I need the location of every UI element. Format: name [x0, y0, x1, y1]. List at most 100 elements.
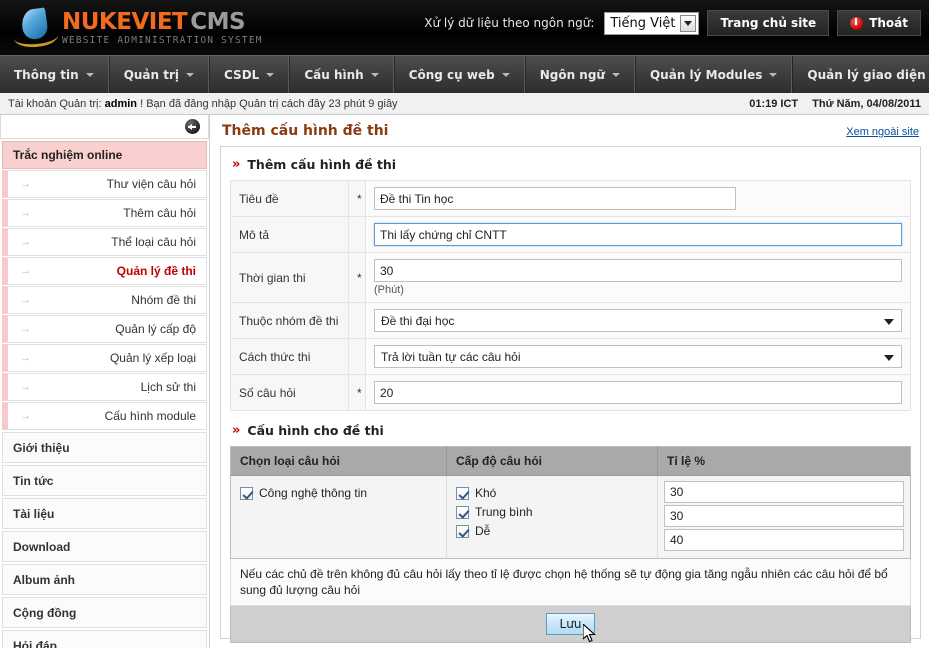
nav-label: Công cụ web: [409, 68, 495, 82]
view-site-link[interactable]: Xem ngoài site: [846, 126, 919, 138]
level-label: Khó: [475, 485, 496, 502]
sidebar-item-the-loai-cau-hoi[interactable]: → Thể loại câu hỏi: [2, 228, 207, 256]
sidebar-item-label: Download: [13, 540, 70, 554]
nav-item-quan-ly-giao-dien[interactable]: Quản lý giao diện: [792, 56, 929, 93]
sidebar-item-thu-vien-cau-hoi[interactable]: → Thư viện câu hỏi: [2, 170, 207, 198]
question-config-table: Chọn loại câu hỏi Cấp độ câu hỏi Tỉ lệ %…: [230, 446, 911, 559]
home-site-label: Trang chủ site: [720, 16, 816, 30]
main-navigation: Thông tin Quản trị CSDL Cấu hình Công cụ…: [0, 55, 929, 93]
sidebar-item-them-cau-hoi[interactable]: → Thêm câu hỏi: [2, 199, 207, 227]
level-label: Trung bình: [475, 504, 533, 521]
nav-item-ngon-ngu[interactable]: Ngôn ngữ: [525, 56, 635, 93]
percent-input-kho[interactable]: [664, 481, 904, 503]
level-checkbox-row-trung-binh[interactable]: Trung bình: [456, 503, 648, 522]
level-checkbox[interactable]: [456, 506, 469, 519]
form-note: Nếu các chủ đề trên không đủ câu hỏi lấy…: [230, 559, 911, 606]
chevron-down-icon: [266, 73, 274, 77]
sidebar-item-quan-ly-xep-loai[interactable]: → Quản lý xếp loại: [2, 344, 207, 372]
percent-input-trung-binh[interactable]: [664, 505, 904, 527]
sidebar-item-cong-dong[interactable]: Cộng đồng: [2, 597, 207, 628]
sidebar-item-download[interactable]: Download: [2, 531, 207, 562]
chevron-down-icon: [769, 73, 777, 77]
nav-label: Quản trị: [124, 68, 179, 82]
question-count-input[interactable]: [374, 381, 902, 404]
chevron-down-icon: [371, 73, 379, 77]
sidebar-item-nhom-de-thi[interactable]: → Nhóm đề thi: [2, 286, 207, 314]
sidebar-item-hoi-dap[interactable]: Hỏi đáp: [2, 630, 207, 648]
current-date: Thứ Năm, 04/08/2011: [812, 98, 921, 110]
level-checkbox[interactable]: [456, 487, 469, 500]
nav-item-cau-hinh[interactable]: Cấu hình: [289, 56, 393, 93]
logout-button[interactable]: Thoát: [837, 10, 921, 36]
sidebar-section-trac-nghiem-online[interactable]: Trắc nghiệm online: [2, 141, 207, 169]
description-input[interactable]: [374, 223, 902, 246]
level-checkbox-row-kho[interactable]: Khó: [456, 484, 648, 503]
bullet-icon: »: [232, 423, 240, 438]
arrow-right-icon: →: [20, 294, 31, 306]
chevron-down-icon: [86, 73, 94, 77]
logo-primary-text: NUKEVIET: [62, 9, 187, 35]
collapse-sidebar-icon[interactable]: [185, 119, 200, 134]
level-checkbox-row-de[interactable]: Dễ: [456, 522, 648, 541]
nav-item-thong-tin[interactable]: Thông tin: [0, 56, 109, 93]
chevron-down-icon: [884, 319, 894, 325]
sidebar-item-album-anh[interactable]: Album ảnh: [2, 564, 207, 595]
field-tieu-de: [366, 181, 911, 217]
sidebar-item-quan-ly-de-thi[interactable]: → Quản lý đề thi: [2, 257, 207, 285]
level-label: Dễ: [475, 523, 490, 540]
field-mo-ta: [366, 217, 911, 253]
arrow-right-icon: →: [20, 178, 31, 190]
chevron-down-icon: [612, 73, 620, 77]
save-button[interactable]: Lưu: [546, 613, 596, 635]
sidebar-item-lich-su-thi[interactable]: → Lịch sử thi: [2, 373, 207, 401]
nukeviet-drop-icon: [14, 7, 58, 47]
logo-secondary-text: CMS: [190, 9, 245, 35]
exam-group-select[interactable]: Đề thi đại học: [374, 309, 902, 332]
label-thoi-gian-thi: Thời gian thi: [231, 253, 349, 303]
form-panel: » Thêm cấu hình đề thi Tiêu đề * Mô tả: [220, 146, 921, 639]
sidebar: Trắc nghiệm online → Thư viện câu hỏi → …: [0, 115, 210, 648]
nav-label: Quản lý Modules: [650, 68, 762, 82]
site-logo[interactable]: NUKEVIETCMS WEBSITE ADMINISTRATION SYSTE…: [14, 4, 263, 50]
nav-item-quan-ly-modules[interactable]: Quản lý Modules: [635, 56, 792, 93]
section-heading-label: Thêm cấu hình đề thi: [247, 157, 396, 172]
language-select[interactable]: Tiếng Việt: [604, 12, 699, 35]
sidebar-item-tai-lieu[interactable]: Tài liệu: [2, 498, 207, 529]
sidebar-item-label: Tài liệu: [13, 507, 54, 521]
percent-input-de[interactable]: [664, 529, 904, 551]
exam-method-selected-value: Trả lời tuần tự các câu hỏi: [381, 350, 521, 364]
exam-method-select[interactable]: Trả lời tuần tự các câu hỏi: [374, 345, 902, 368]
arrow-right-icon: →: [20, 381, 31, 393]
title-input[interactable]: [374, 187, 736, 210]
chevron-down-icon: [884, 355, 894, 361]
chevron-down-icon: [680, 15, 696, 32]
home-site-button[interactable]: Trang chủ site: [707, 10, 829, 36]
account-info: Tài khoản Quản trị: admin ! Bạn đã đăng …: [8, 98, 398, 110]
sidebar-item-quan-ly-cap-do[interactable]: → Quản lý cấp độ: [2, 315, 207, 343]
nav-item-quan-tri[interactable]: Quản trị: [109, 56, 209, 93]
duration-input[interactable]: [374, 259, 902, 282]
nav-item-cong-cu-web[interactable]: Công cụ web: [394, 56, 525, 93]
form-row-group: Thuộc nhóm đề thi Đề thi đại học: [231, 303, 911, 339]
main-area: Trắc nghiệm online → Thư viện câu hỏi → …: [0, 115, 929, 648]
field-thuoc-nhom-de-thi: Đề thi đại học: [366, 303, 911, 339]
sidebar-item-tin-tuc[interactable]: Tin tức: [2, 465, 207, 496]
content-area: Thêm cấu hình đề thi Xem ngoài site » Th…: [210, 115, 929, 648]
sidebar-item-gioi-thieu[interactable]: Giới thiệu: [2, 432, 207, 463]
cell-levels: Khó Trung bình Dễ: [447, 476, 658, 559]
nav-label: Quản lý giao diện: [807, 68, 925, 82]
sidebar-item-label: Quản lý đề thi: [117, 264, 196, 278]
session-info-bar: Tài khoản Quản trị: admin ! Bạn đã đăng …: [0, 93, 929, 115]
section-heading-label: Cấu hình cho đề thi: [247, 423, 383, 438]
nav-label: Cấu hình: [304, 68, 363, 82]
category-checkbox-row[interactable]: Công nghệ thông tin: [240, 484, 437, 503]
page-title: Thêm cấu hình đề thi: [222, 123, 388, 139]
sidebar-item-label: Thêm câu hỏi: [123, 206, 196, 220]
sidebar-item-cau-hinh-module[interactable]: → Cấu hình module: [2, 402, 207, 430]
sidebar-item-label: Tin tức: [13, 474, 53, 488]
nav-item-csdl[interactable]: CSDL: [209, 56, 289, 93]
sidebar-section-label: Trắc nghiệm online: [13, 148, 122, 162]
category-checkbox[interactable]: [240, 487, 253, 500]
account-prefix: Tài khoản Quản trị:: [8, 98, 102, 110]
level-checkbox[interactable]: [456, 525, 469, 538]
